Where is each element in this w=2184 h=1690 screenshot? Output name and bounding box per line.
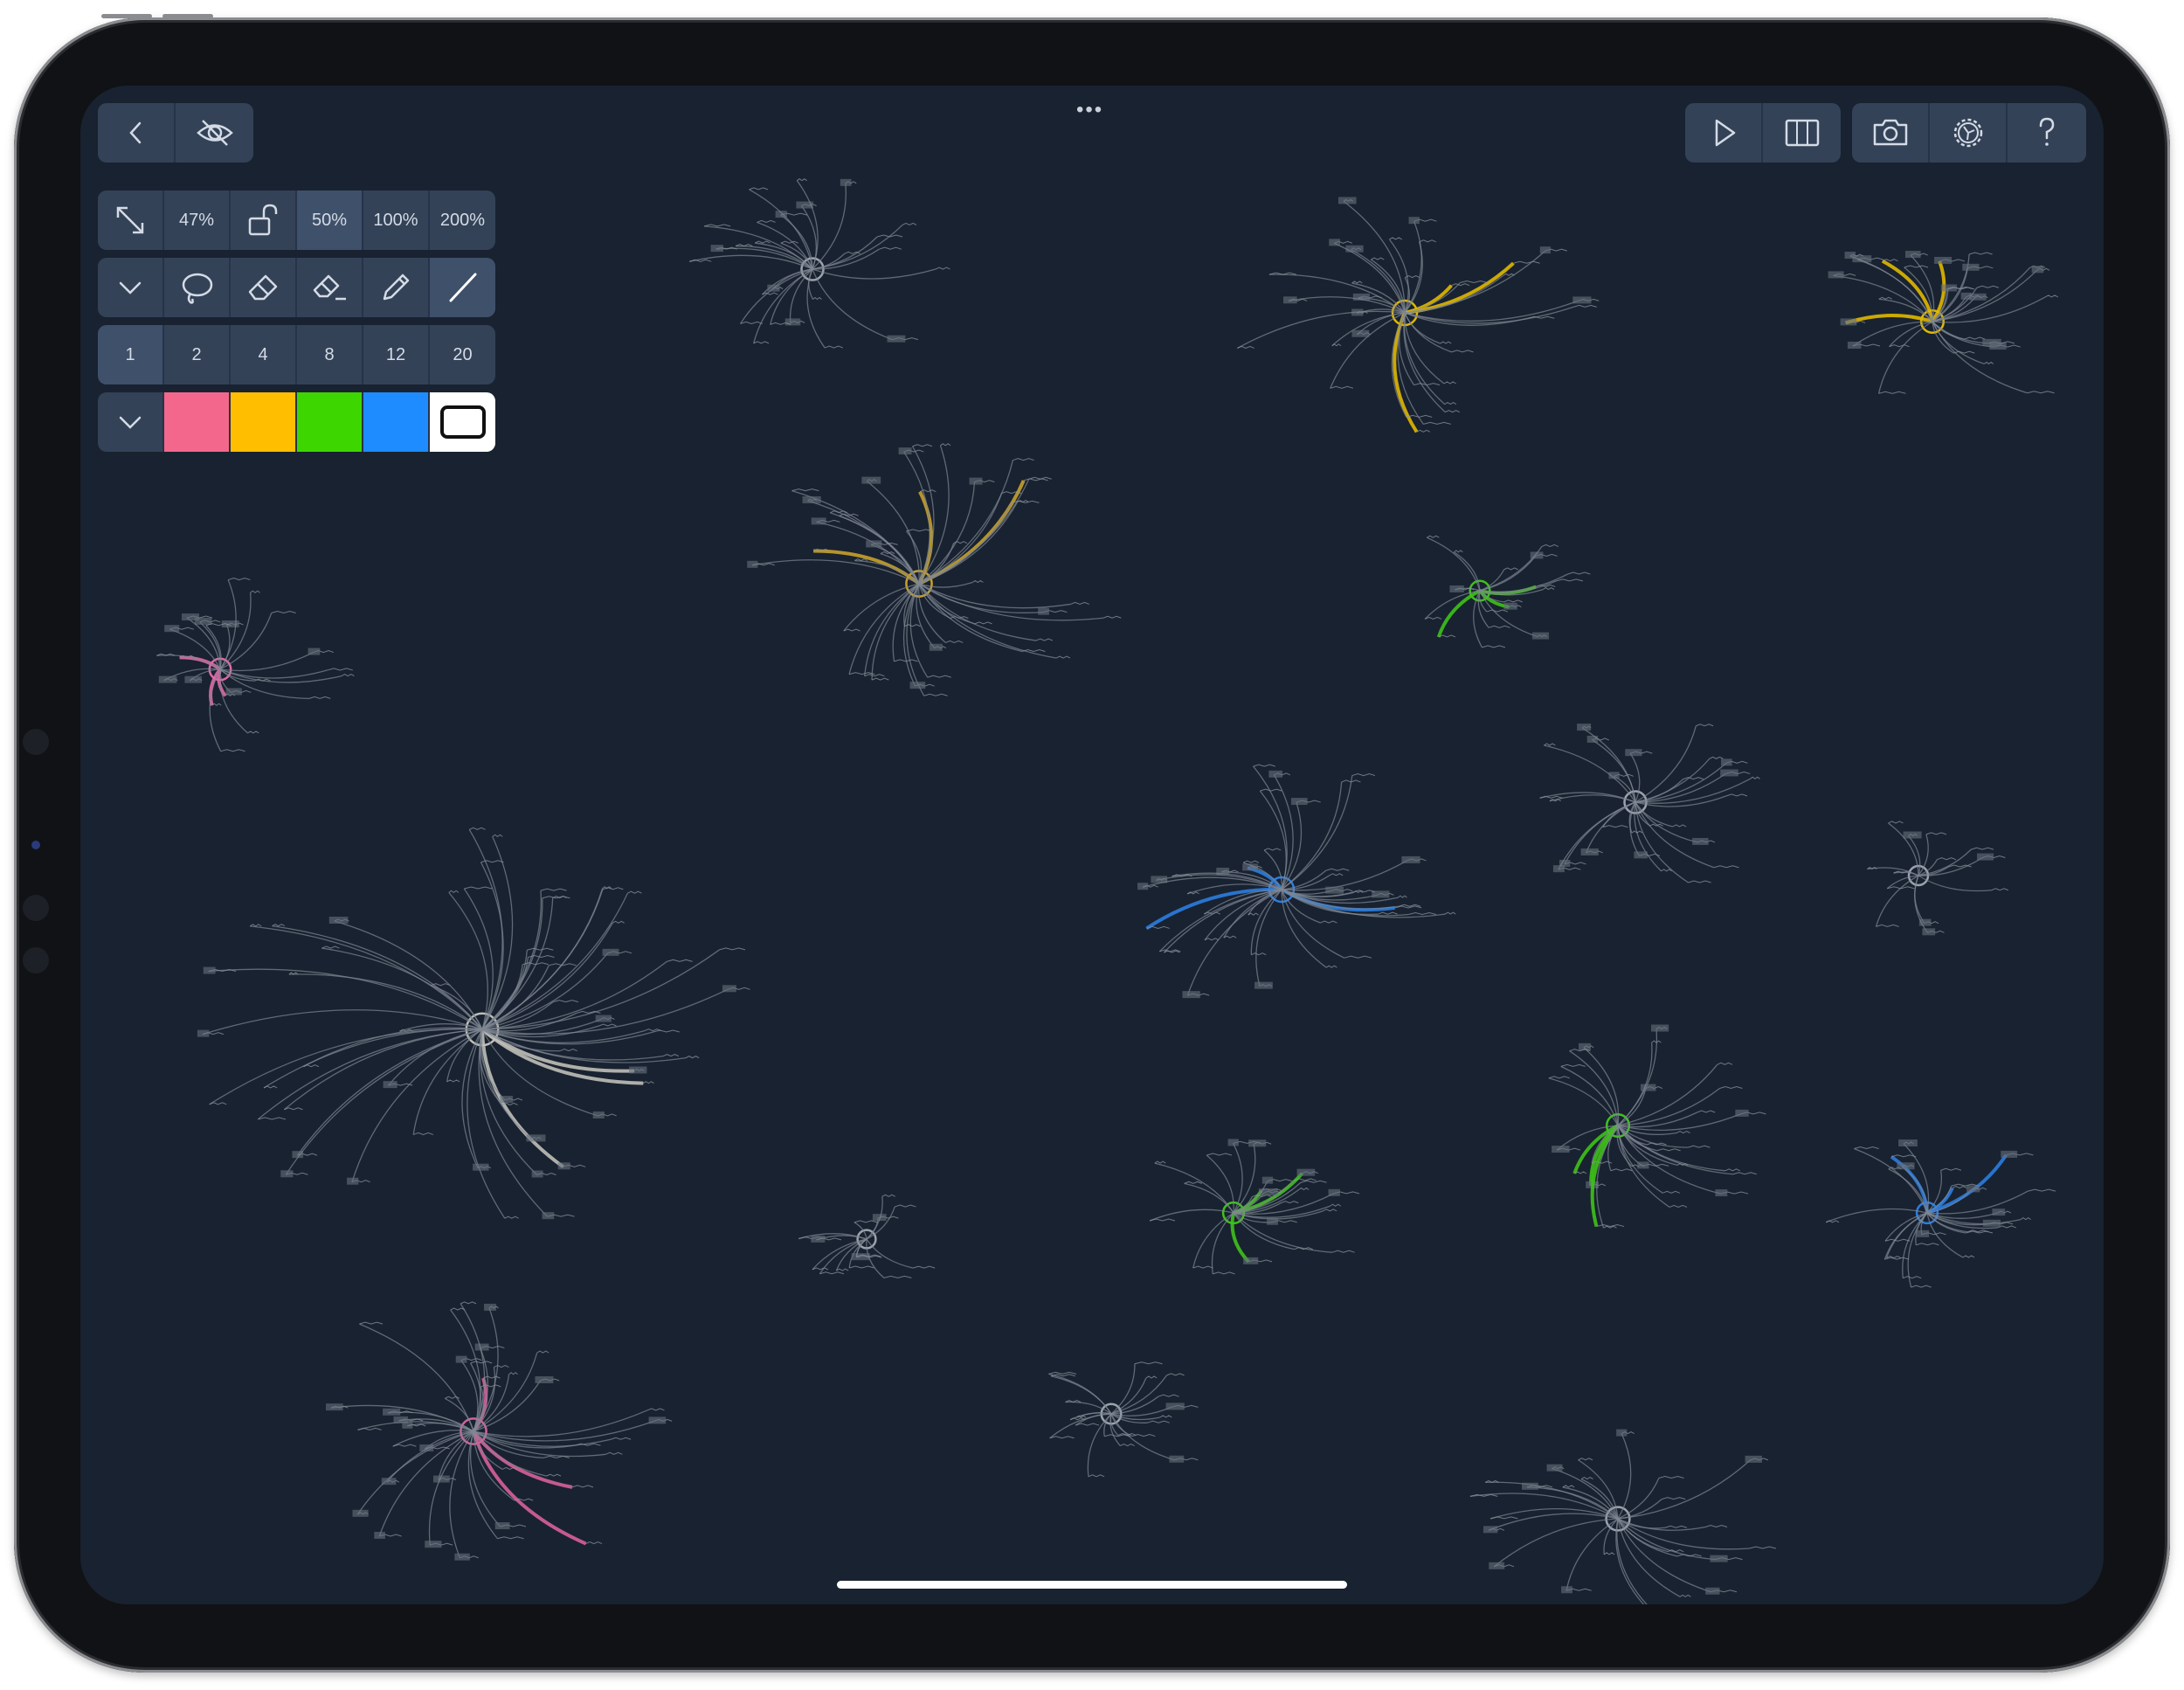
mind-map-sketch[interactable]: [1469, 1429, 1777, 1604]
width-2-button[interactable]: 2: [164, 325, 231, 384]
color-green-swatch[interactable]: [297, 392, 363, 452]
columns-icon: [1785, 119, 1819, 147]
utility-toolbar: [1852, 103, 2086, 163]
mind-map-sketch[interactable]: [1424, 535, 1591, 648]
settings-button[interactable]: [1930, 103, 2008, 163]
mind-map-sketch[interactable]: [1048, 1361, 1199, 1478]
camera-icon: [1873, 119, 1907, 146]
mind-map-sketch[interactable]: [1867, 821, 2009, 936]
present-button[interactable]: [1685, 103, 1763, 163]
lasso-icon: [182, 273, 213, 304]
mind-map-sketch[interactable]: [325, 1301, 673, 1561]
side-sensor-3: [23, 947, 49, 973]
color-yellow-swatch[interactable]: [231, 392, 297, 452]
stroke-eraser-icon: [313, 274, 346, 301]
more-indicator[interactable]: •••: [1076, 98, 1103, 122]
line-tool-button[interactable]: [430, 258, 495, 317]
selected-color-indicator: [439, 405, 486, 439]
zoom-100-button[interactable]: 100%: [363, 190, 430, 250]
pencil-icon: [383, 274, 410, 301]
drawing-tools-toolbar: [98, 258, 495, 317]
side-sensor-1: [23, 729, 49, 755]
unlock-icon: [248, 204, 278, 236]
zoom-toolbar: 47% 50% 100% 200%: [98, 190, 495, 250]
stroke-width-toolbar: 1 2 4 8 12 20: [98, 325, 495, 384]
expand-arrows-icon: [116, 206, 144, 234]
zoom-level: 47%: [164, 190, 231, 250]
mind-map-sketch[interactable]: [1548, 1024, 1766, 1229]
app-screen: ••• 47% 50% 100% 200% 1 2 4 8 12 20: [80, 86, 2104, 1604]
back-button[interactable]: [98, 103, 176, 163]
zoom-50-button[interactable]: 50%: [297, 190, 363, 250]
pencil-tool-button[interactable]: [363, 258, 430, 317]
mind-map-sketch[interactable]: [798, 1194, 936, 1278]
mind-map-sketch[interactable]: [1137, 764, 1456, 999]
chevron-down-icon: [119, 416, 142, 429]
color-pink-swatch[interactable]: [164, 392, 231, 452]
visibility-toggle-button[interactable]: [176, 103, 253, 163]
help-button[interactable]: [2008, 103, 2086, 163]
eraser-tool-button[interactable]: [231, 258, 297, 317]
width-1-button[interactable]: 1: [98, 325, 164, 384]
mind-map-sketch[interactable]: [197, 827, 750, 1220]
home-indicator[interactable]: [837, 1581, 1347, 1589]
mind-map-sketch[interactable]: [688, 178, 950, 349]
collapse-colors-button[interactable]: [98, 392, 164, 452]
top-left-toolbar: [98, 103, 253, 163]
mind-map-sketch[interactable]: [1825, 1139, 2056, 1288]
snapshot-button[interactable]: [1852, 103, 1930, 163]
line-icon: [449, 273, 476, 302]
lasso-tool-button[interactable]: [164, 258, 231, 317]
stroke-eraser-tool-button[interactable]: [297, 258, 363, 317]
width-12-button[interactable]: 12: [363, 325, 430, 384]
color-white-swatch[interactable]: [430, 392, 495, 452]
lock-zoom-button[interactable]: [231, 190, 297, 250]
mind-map-sketch[interactable]: [747, 443, 1122, 696]
fit-to-screen-button[interactable]: [98, 190, 164, 250]
mind-map-sketch[interactable]: [1539, 724, 1760, 883]
gear-icon: [1953, 118, 1982, 148]
chevron-left-icon: [128, 121, 141, 144]
side-sensor-2: [23, 895, 49, 921]
top-button-2: [162, 14, 213, 18]
playback-toolbar: [1685, 103, 1841, 163]
eraser-icon: [248, 274, 278, 301]
width-20-button[interactable]: 20: [430, 325, 495, 384]
mind-map-sketch[interactable]: [1237, 197, 1600, 433]
collapse-tools-button[interactable]: [98, 258, 164, 317]
zoom-200-button[interactable]: 200%: [430, 190, 495, 250]
chevron-down-icon: [119, 281, 142, 294]
width-8-button[interactable]: 8: [297, 325, 363, 384]
width-4-button[interactable]: 4: [231, 325, 297, 384]
color-blue-swatch[interactable]: [363, 392, 430, 452]
play-icon: [1715, 119, 1735, 147]
color-toolbar: [98, 392, 495, 452]
top-button-1: [101, 14, 152, 18]
question-icon: [2039, 117, 2055, 146]
mind-map-sketch[interactable]: [156, 578, 355, 752]
columns-view-button[interactable]: [1763, 103, 1841, 163]
eye-off-icon: [196, 120, 233, 146]
mind-map-sketch[interactable]: [1149, 1139, 1360, 1275]
mind-map-sketch[interactable]: [1828, 251, 2058, 394]
side-camera: [31, 841, 40, 849]
